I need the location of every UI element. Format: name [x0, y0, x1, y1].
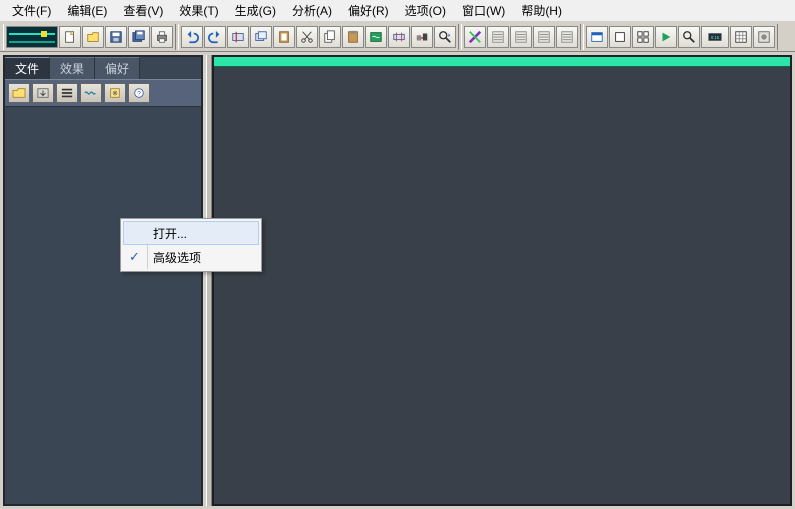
analyze-3-button[interactable] [533, 26, 555, 48]
spectrum-button[interactable] [464, 26, 486, 48]
open-button[interactable] [82, 26, 104, 48]
side-filter-button[interactable]: ※ [104, 83, 126, 103]
window-tile-button[interactable] [632, 26, 654, 48]
toolbar-group-view: 0:15 [583, 24, 778, 50]
main-area: 文件 效果 偏好 ※ ? [0, 52, 795, 509]
side-panel: 文件 效果 偏好 ※ ? [3, 55, 203, 506]
side-import-button[interactable] [32, 83, 54, 103]
menu-generate[interactable]: 生成(G) [227, 0, 284, 21]
context-open-item[interactable]: 打开... [123, 221, 259, 245]
side-file-list[interactable] [5, 107, 201, 504]
save-all-button[interactable] [128, 26, 150, 48]
menu-window[interactable]: 窗口(W) [454, 0, 513, 21]
side-tab-effects[interactable]: 效果 [50, 57, 95, 79]
context-open-label: 打开... [153, 225, 187, 242]
menu-options[interactable]: 选项(O) [397, 0, 454, 21]
play-button[interactable] [655, 26, 677, 48]
svg-text:?: ? [137, 91, 141, 98]
settings-button[interactable] [753, 26, 775, 48]
cut-region-button[interactable] [227, 26, 249, 48]
menu-effects[interactable]: 效果(T) [171, 0, 226, 21]
side-wave-button[interactable] [80, 83, 102, 103]
side-tabs: 文件 效果 偏好 [5, 57, 201, 79]
menu-edit[interactable]: 编辑(E) [59, 0, 115, 21]
find-button[interactable] [678, 26, 700, 48]
analyze-1-button[interactable] [487, 26, 509, 48]
menu-file[interactable]: 文件(F) [4, 0, 59, 21]
grid-button[interactable] [730, 26, 752, 48]
side-tab-prefs[interactable]: 偏好 [95, 57, 140, 79]
analyze-2-button[interactable] [510, 26, 532, 48]
paste-button[interactable] [342, 26, 364, 48]
menu-preferences[interactable]: 偏好(R) [340, 0, 397, 21]
context-advanced-label: 高级选项 [153, 249, 201, 266]
workspace [212, 55, 792, 506]
main-toolbar: 0:15 [0, 22, 795, 52]
copy-button[interactable] [319, 26, 341, 48]
context-menu: 打开... ✓ 高级选项 [120, 218, 262, 272]
window-single-button[interactable] [609, 26, 631, 48]
analyze-4-button[interactable] [556, 26, 578, 48]
context-advanced-item[interactable]: ✓ 高级选项 [123, 245, 259, 269]
svg-text:※: ※ [112, 91, 118, 98]
side-tab-files[interactable]: 文件 [5, 57, 50, 79]
zoom-selection-button[interactable] [434, 26, 456, 48]
side-toolbar: ※ ? [5, 79, 201, 107]
workspace-canvas[interactable] [214, 67, 790, 504]
print-button[interactable] [151, 26, 173, 48]
menu-help[interactable]: 帮助(H) [513, 0, 570, 21]
side-open-button[interactable] [8, 83, 30, 103]
check-icon: ✓ [129, 249, 140, 265]
wave-preview-icon[interactable] [6, 26, 58, 48]
mix-paste-button[interactable] [365, 26, 387, 48]
copy-region-button[interactable] [250, 26, 272, 48]
side-list-button[interactable] [56, 83, 78, 103]
undo-button[interactable] [181, 26, 203, 48]
menubar: 文件(F) 编辑(E) 查看(V) 效果(T) 生成(G) 分析(A) 偏好(R… [0, 0, 795, 22]
paste-region-button[interactable] [273, 26, 295, 48]
timeline-ruler[interactable] [214, 57, 790, 67]
save-button[interactable] [105, 26, 127, 48]
window-list-button[interactable] [586, 26, 608, 48]
redo-button[interactable] [204, 26, 226, 48]
time-display-button[interactable]: 0:15 [701, 26, 729, 48]
menu-view[interactable]: 查看(V) [115, 0, 171, 21]
new-button[interactable] [59, 26, 81, 48]
convert-button[interactable] [411, 26, 433, 48]
cut-button[interactable] [296, 26, 318, 48]
toolbar-group-edit [178, 24, 459, 50]
side-help-button[interactable]: ? [128, 83, 150, 103]
menu-analyze[interactable]: 分析(A) [284, 0, 340, 21]
toolbar-group-analyze [461, 24, 581, 50]
toolbar-group-file [3, 24, 176, 50]
svg-text:0:15: 0:15 [711, 35, 720, 40]
trim-button[interactable] [388, 26, 410, 48]
